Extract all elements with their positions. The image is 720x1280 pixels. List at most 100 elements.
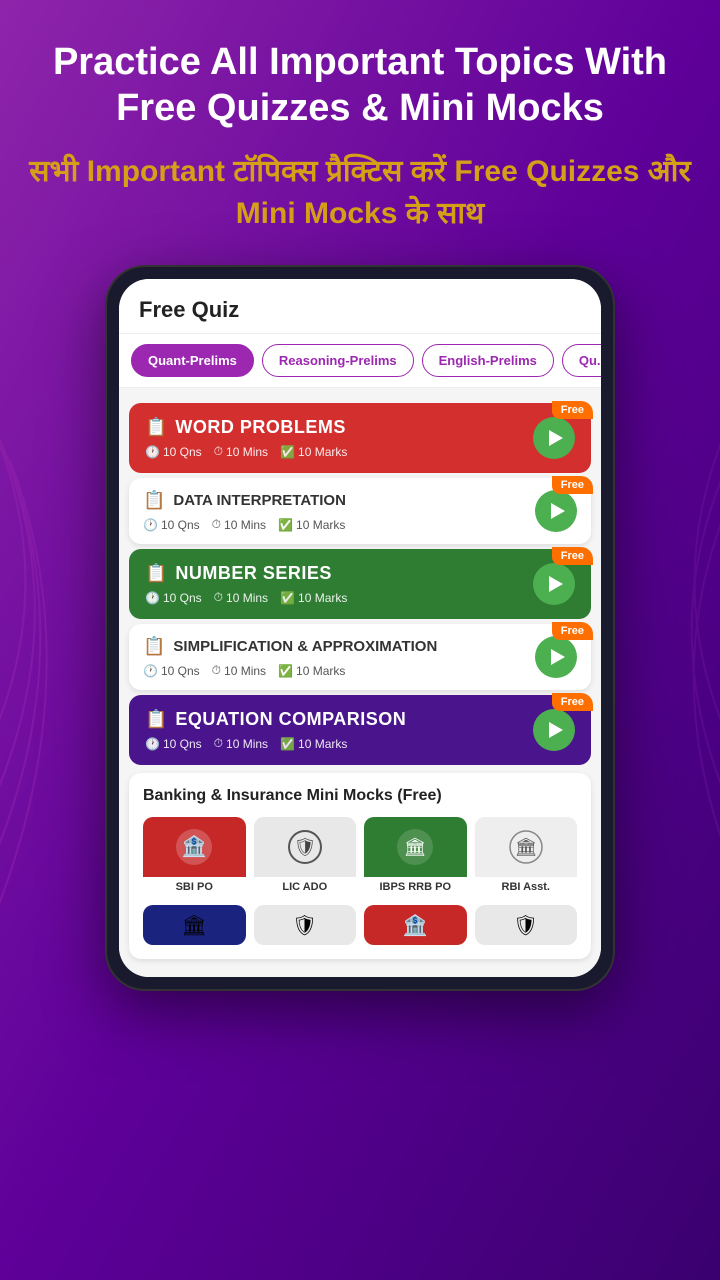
meta-qns-3: 🕐 10 Qns bbox=[145, 590, 202, 605]
meta-mins-1: ⏱ 10 Mins bbox=[214, 444, 268, 459]
quiz-left-1: 📋 WORD PROBLEMS 🕐 10 Qns ⏱ 10 Mins bbox=[145, 417, 523, 459]
quiz-icon-1: 📋 bbox=[145, 417, 167, 438]
check-icon-2: ✅ bbox=[278, 518, 293, 532]
quiz-meta-3: 🕐 10 Qns ⏱ 10 Mins ✅ 10 Marks bbox=[145, 590, 523, 605]
meta-marks-4: ✅ 10 Marks bbox=[278, 663, 345, 678]
play-button-4[interactable] bbox=[535, 636, 577, 678]
meta-marks-2: ✅ 10 Marks bbox=[278, 517, 345, 532]
quiz-item-equation-comparison[interactable]: Free 📋 EQUATION COMPARISON 🕐 10 Qns ⏱ 10… bbox=[129, 695, 591, 765]
quiz-item-simplification[interactable]: Free 📋 SIMPLIFICATION & APPROXIMATION 🕐 … bbox=[129, 624, 591, 690]
mock-icon-ibps-rrb-po: 🏛 bbox=[364, 817, 467, 877]
mock-partial-icon-3: 🏦 bbox=[364, 905, 467, 945]
mock-label-lic-ado: LIC ADO bbox=[254, 877, 357, 897]
mock-partial-icon-1: 🏛 bbox=[143, 905, 246, 945]
quiz-title-3: NUMBER SERIES bbox=[175, 563, 332, 584]
phone-mockup: Free Quiz Quant-Prelims Reasoning-Prelim… bbox=[105, 265, 615, 991]
check-icon-1: ✅ bbox=[280, 445, 295, 459]
quiz-icon-4: 📋 bbox=[143, 636, 165, 657]
mock-partial-icon-4: 🛡 bbox=[475, 905, 578, 945]
clock-icon-5: 🕐 bbox=[145, 737, 160, 751]
meta-marks-5: ✅ 10 Marks bbox=[280, 736, 347, 751]
quiz-icon-3: 📋 bbox=[145, 563, 167, 584]
mini-mocks-grid-row2: 🏛 🛡 🏦 bbox=[143, 905, 577, 945]
free-badge-4: Free bbox=[552, 622, 593, 640]
timer-icon-4: ⏱ bbox=[212, 663, 221, 678]
quiz-title-5: EQUATION COMPARISON bbox=[175, 709, 406, 730]
meta-qns-1: 🕐 10 Qns bbox=[145, 444, 202, 459]
quiz-meta-4: 🕐 10 Qns ⏱ 10 Mins ✅ 10 Marks bbox=[143, 663, 525, 678]
mock-icon-lic-ado: 🛡 bbox=[254, 817, 357, 877]
quiz-icon-5: 📋 bbox=[145, 709, 167, 730]
check-icon-3: ✅ bbox=[280, 591, 295, 605]
quiz-title-row-4: 📋 SIMPLIFICATION & APPROXIMATION bbox=[143, 636, 525, 657]
quiz-item-number-series[interactable]: Free 📋 NUMBER SERIES 🕐 10 Qns ⏱ 10 Mins bbox=[129, 549, 591, 619]
meta-qns-2: 🕐 10 Qns bbox=[143, 517, 200, 532]
mini-mocks-grid-row1: 🏦 SBI PO 🛡 bbox=[143, 817, 577, 897]
play-button-3[interactable] bbox=[533, 563, 575, 605]
play-button-1[interactable] bbox=[533, 417, 575, 459]
clock-icon-4: 🕐 bbox=[143, 664, 158, 678]
meta-mins-2: ⏱ 10 Mins bbox=[212, 517, 266, 532]
mock-label-ibps-rrb-po: IBPS RRB PO bbox=[364, 877, 467, 897]
timer-icon-1: ⏱ bbox=[214, 444, 223, 459]
quiz-title-1: WORD PROBLEMS bbox=[175, 417, 346, 438]
phone-screen: Free Quiz Quant-Prelims Reasoning-Prelim… bbox=[119, 279, 601, 977]
mock-item-partial-2[interactable]: 🛡 bbox=[254, 905, 357, 945]
free-badge-1: Free bbox=[552, 401, 593, 419]
quiz-title-2: DATA INTERPRETATION bbox=[173, 492, 346, 509]
mock-partial-icon-2: 🛡 bbox=[254, 905, 357, 945]
quiz-left-4: 📋 SIMPLIFICATION & APPROXIMATION 🕐 10 Qn… bbox=[143, 636, 525, 678]
mock-item-partial-1[interactable]: 🏛 bbox=[143, 905, 246, 945]
svg-text:🏦: 🏦 bbox=[182, 834, 207, 858]
meta-qns-4: 🕐 10 Qns bbox=[143, 663, 200, 678]
tabs-row: Quant-Prelims Reasoning-Prelims English-… bbox=[119, 334, 601, 388]
mock-item-sbi-po[interactable]: 🏦 SBI PO bbox=[143, 817, 246, 897]
quiz-meta-5: 🕐 10 Qns ⏱ 10 Mins ✅ 10 Marks bbox=[145, 736, 523, 751]
meta-marks-3: ✅ 10 Marks bbox=[280, 590, 347, 605]
quiz-meta-1: 🕐 10 Qns ⏱ 10 Mins ✅ 10 Marks bbox=[145, 444, 523, 459]
headline-hindi: सभी Important टॉपिक्स प्रैक्टिस करें Fre… bbox=[20, 151, 700, 235]
mock-label-rbi-asst: RBI Asst. bbox=[475, 877, 578, 897]
headline-english: Practice All Important Topics With Free … bbox=[20, 40, 700, 131]
meta-mins-5: ⏱ 10 Mins bbox=[214, 736, 268, 751]
mock-item-ibps-rrb-po[interactable]: 🏛 IBPS RRB PO bbox=[364, 817, 467, 897]
quiz-left-2: 📋 DATA INTERPRETATION 🕐 10 Qns ⏱ 10 Mins bbox=[143, 490, 525, 532]
quiz-meta-2: 🕐 10 Qns ⏱ 10 Mins ✅ 10 Marks bbox=[143, 517, 525, 532]
play-button-5[interactable] bbox=[533, 709, 575, 751]
quiz-title-row-3: 📋 NUMBER SERIES bbox=[145, 563, 523, 584]
meta-mins-4: ⏱ 10 Mins bbox=[212, 663, 266, 678]
tab-quant-prelims[interactable]: Quant-Prelims bbox=[131, 344, 254, 377]
clock-icon-1: 🕐 bbox=[145, 445, 160, 459]
quiz-list: Free 📋 WORD PROBLEMS 🕐 10 Qns ⏱ 10 Mins bbox=[119, 388, 601, 977]
quiz-item-word-problems[interactable]: Free 📋 WORD PROBLEMS 🕐 10 Qns ⏱ 10 Mins bbox=[129, 403, 591, 473]
quiz-title-4: SIMPLIFICATION & APPROXIMATION bbox=[173, 638, 437, 655]
check-icon-4: ✅ bbox=[278, 664, 293, 678]
clock-icon-2: 🕐 bbox=[143, 518, 158, 532]
quiz-title-row-2: 📋 DATA INTERPRETATION bbox=[143, 490, 525, 511]
mini-mocks-section: Banking & Insurance Mini Mocks (Free) 🏦 … bbox=[129, 773, 591, 959]
quiz-title-row-5: 📋 EQUATION COMPARISON bbox=[145, 709, 523, 730]
quiz-item-data-interpretation[interactable]: Free 📋 DATA INTERPRETATION 🕐 10 Qns ⏱ 10… bbox=[129, 478, 591, 544]
meta-mins-3: ⏱ 10 Mins bbox=[214, 590, 268, 605]
quiz-left-5: 📋 EQUATION COMPARISON 🕐 10 Qns ⏱ 10 Mins bbox=[145, 709, 523, 751]
timer-icon-3: ⏱ bbox=[214, 590, 223, 605]
mock-item-partial-3[interactable]: 🏦 bbox=[364, 905, 467, 945]
mock-label-sbi-po: SBI PO bbox=[143, 877, 246, 897]
tab-reasoning-prelims[interactable]: Reasoning-Prelims bbox=[262, 344, 414, 377]
timer-icon-2: ⏱ bbox=[212, 517, 221, 532]
tab-more[interactable]: Qu... bbox=[562, 344, 601, 377]
free-badge-5: Free bbox=[552, 693, 593, 711]
mock-item-rbi-asst[interactable]: 🏛 RBI Asst. bbox=[475, 817, 578, 897]
mini-mocks-title: Banking & Insurance Mini Mocks (Free) bbox=[143, 787, 577, 805]
quiz-icon-2: 📋 bbox=[143, 490, 165, 511]
svg-text:🛡: 🛡 bbox=[293, 837, 316, 857]
mock-item-partial-4[interactable]: 🛡 bbox=[475, 905, 578, 945]
mock-item-lic-ado[interactable]: 🛡 LIC ADO bbox=[254, 817, 357, 897]
play-button-2[interactable] bbox=[535, 490, 577, 532]
quiz-title-row-1: 📋 WORD PROBLEMS bbox=[145, 417, 523, 438]
quiz-left-3: 📋 NUMBER SERIES 🕐 10 Qns ⏱ 10 Mins bbox=[145, 563, 523, 605]
svg-text:🏛: 🏛 bbox=[404, 837, 427, 857]
clock-icon-3: 🕐 bbox=[145, 591, 160, 605]
tab-english-prelims[interactable]: English-Prelims bbox=[422, 344, 554, 377]
phone-header: Free Quiz bbox=[119, 279, 601, 334]
